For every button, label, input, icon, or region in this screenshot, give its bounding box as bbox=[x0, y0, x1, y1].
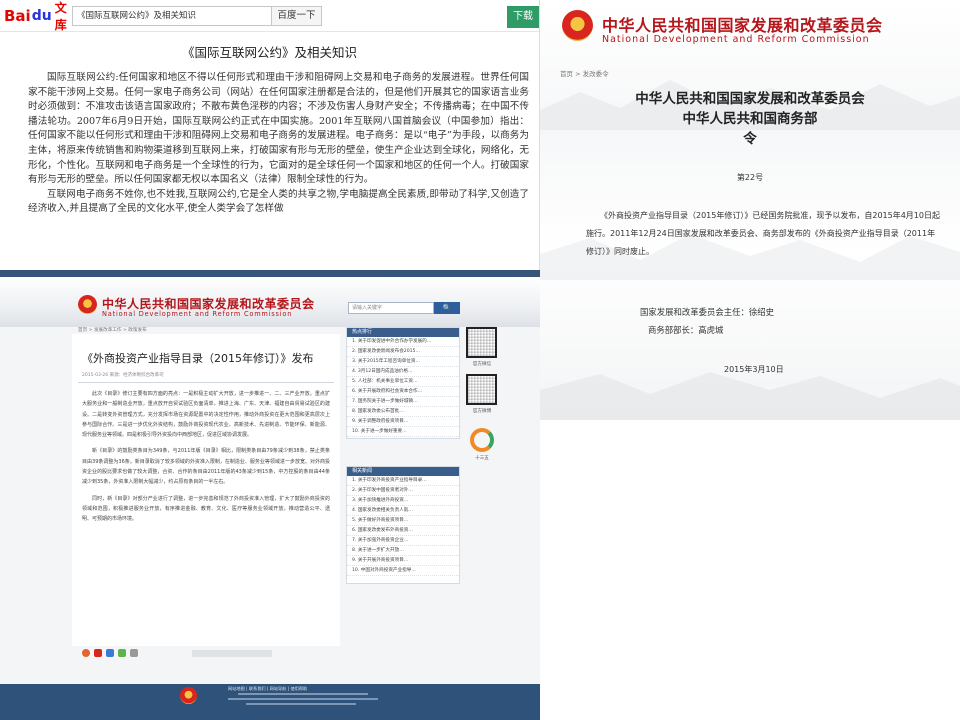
footer-links[interactable]: 网站地图 | 联系我们 | 网站导航 | 使用帮助 bbox=[228, 686, 307, 692]
share-icon[interactable] bbox=[106, 649, 114, 657]
paw-icon: du bbox=[31, 7, 52, 24]
collage: Bai du 文库 《国际互联网公约》及相关知识 百度一下 下载 《国际互联网公… bbox=[0, 0, 960, 720]
footer-line bbox=[228, 698, 378, 700]
site-name-en: National Development and Reform Commissi… bbox=[602, 34, 870, 45]
order-heading-1: 中华人民共和国国家发展和改革委员会 bbox=[635, 91, 865, 107]
thirteenth-five-year-logo-icon[interactable] bbox=[470, 428, 494, 452]
list-item[interactable]: 4. 3月12日国内成品油价格… bbox=[347, 367, 459, 377]
list-item[interactable]: 9. 关于开展外商投资项目… bbox=[347, 556, 459, 566]
share-bar bbox=[82, 648, 272, 658]
article-paragraph: 新《目录》的鼓励类条目为349条，与2011年版《目录》相比，限制类条目由79条… bbox=[82, 448, 330, 486]
site-name-cn: 中华人民共和国国家发展和改革委员会 bbox=[602, 16, 883, 35]
footer-line bbox=[246, 703, 356, 705]
article-paragraph: 此次《目录》修订主要有四方面的亮点：一是积极主动扩大开放，进一步推进一、二、三产… bbox=[82, 391, 330, 439]
sidebar-related-box: 相关新闻 1. 关于印发外商投资产业指导目录… 2. 关于印发中国投资者对外… … bbox=[346, 466, 460, 584]
baidu-toolbar: Bai du 文库 《国际互联网公约》及相关知识 百度一下 下载 bbox=[0, 0, 539, 32]
signature-2: 商务部部长：高虎城 bbox=[648, 325, 724, 335]
logo-text: Bai bbox=[4, 6, 31, 25]
qr-caption: 官方微信 bbox=[472, 362, 492, 367]
share-icon[interactable] bbox=[82, 649, 90, 657]
ndrc-order-panel: 中华人民共和国国家发展和改革委员会 National Development a… bbox=[540, 0, 960, 420]
list-item[interactable]: 2. 关于印发中国投资者对外… bbox=[347, 486, 459, 496]
order-heading-3: 令 bbox=[743, 131, 757, 147]
breadcrumb[interactable]: 首页 > 发改委令 bbox=[560, 68, 609, 78]
order-number: 第22号 bbox=[736, 173, 764, 182]
divider bbox=[78, 382, 334, 383]
search-button[interactable]: 百度一下 bbox=[272, 5, 322, 26]
site-footer: 网站地图 | 联系我们 | 网站导航 | 使用帮助 bbox=[0, 684, 540, 720]
sidebar-hot-title: 热点排行 bbox=[347, 328, 459, 337]
list-item[interactable]: 9. 关于调整政府投资项目… bbox=[347, 417, 459, 427]
document-title: 《国际互联网公约》及相关知识 bbox=[181, 45, 357, 60]
list-item[interactable]: 10. 中国对外商投资产业指导… bbox=[347, 566, 459, 576]
list-item[interactable]: 10. 关于进一步做好重要… bbox=[347, 427, 459, 437]
article: 《外商投资产业指导目录（2015年修订）》发布 2015-03-26 来源：经济… bbox=[72, 334, 340, 646]
qr-caption: 十三五 bbox=[475, 456, 489, 461]
list-item[interactable]: 1. 关于印发外商投资产业指导目录… bbox=[347, 476, 459, 486]
article-meta: 2015-03-26 来源：经济体制综合改革司 bbox=[82, 373, 164, 378]
order-heading-2: 中华人民共和国商务部 bbox=[682, 111, 818, 127]
qr-caption: 官方微博 bbox=[472, 409, 492, 414]
list-item[interactable]: 8. 国家发改委公布首批… bbox=[347, 407, 459, 417]
list-item[interactable]: 3. 关于加快推进外商投资… bbox=[347, 496, 459, 506]
order-body: 《外商投资产业指导目录（2015年修订）》已经国务院批准，现予以发布，自2015… bbox=[586, 211, 940, 256]
site-header: 中华人民共和国国家发展和改革委员会 National Development a… bbox=[0, 277, 540, 327]
document-body: 国际互联网公约:任何国家和地区不得以任何形式和理由干涉和阻碍网上交易和电子商务的… bbox=[0, 71, 539, 217]
download-button[interactable]: 下载 bbox=[507, 6, 539, 28]
share-icon[interactable] bbox=[94, 649, 102, 657]
footer-emblem-icon bbox=[180, 687, 197, 704]
footer-line bbox=[238, 693, 368, 695]
list-item[interactable]: 5. 人社部：机关事业单位工资… bbox=[347, 377, 459, 387]
list-item[interactable]: 7. 关于加强外商投资企业… bbox=[347, 536, 459, 546]
site-name-en: National Development and Reform Commissi… bbox=[102, 310, 293, 318]
sidebar-hot-box: 热点排行 1. 关于印发促进中外合作办学发展的… 2. 国家发改委新闻发布会20… bbox=[346, 327, 460, 439]
document-paragraph: 互联网电子商务不姓你,也不姓我,互联网公约,它是全人类的共享之物,学电脑提高全民… bbox=[28, 188, 529, 215]
weibo-qr-icon[interactable] bbox=[466, 374, 497, 405]
share-icon[interactable] bbox=[118, 649, 126, 657]
national-emblem-icon bbox=[562, 10, 593, 41]
article-paragraph: 同时，新《目录》对部分产业进行了调整，进一步完善和规范了外商投资准入管理，扩大了… bbox=[82, 495, 330, 523]
article-title: 《外商投资产业指导目录（2015年修订）》发布 bbox=[82, 352, 314, 365]
list-item[interactable]: 6. 国家发改委发布外商投资… bbox=[347, 526, 459, 536]
list-item[interactable]: 3. 关于2015年工程咨询单位资… bbox=[347, 357, 459, 367]
sidebar-related-title: 相关新闻 bbox=[347, 467, 459, 476]
logo-wenku: 文库 bbox=[54, 0, 67, 32]
list-item[interactable]: 4. 国家发改委相关负责人就… bbox=[347, 506, 459, 516]
font-size-controls[interactable] bbox=[192, 649, 272, 657]
baidu-wenku-logo[interactable]: Bai du 文库 bbox=[4, 0, 72, 33]
search-input[interactable]: 《国际互联网公约》及相关知识 bbox=[72, 5, 272, 26]
document-paragraph: 国际互联网公约:任何国家和地区不得以任何形式和理由干涉和阻碍网上交易和电子商务的… bbox=[28, 72, 529, 186]
top-strip bbox=[0, 270, 540, 277]
baidu-wenku-panel: Bai du 文库 《国际互联网公约》及相关知识 百度一下 下载 《国际互联网公… bbox=[0, 0, 540, 270]
national-emblem-icon bbox=[78, 295, 97, 314]
order-date: 2015年3月10日 bbox=[724, 365, 784, 374]
list-item[interactable]: 5. 关于做好外商投资项目… bbox=[347, 516, 459, 526]
list-item[interactable]: 8. 关于进一步扩大开放… bbox=[347, 546, 459, 556]
share-icon[interactable] bbox=[130, 649, 138, 657]
signature-1: 国家发展和改革委员会主任：徐绍史 bbox=[640, 307, 774, 317]
list-item[interactable]: 6. 关于开展政府和社会资本合作… bbox=[347, 387, 459, 397]
list-item[interactable]: 1. 关于印发促进中外合作办学发展的… bbox=[347, 337, 459, 347]
list-item[interactable]: 2. 国家发改委新闻发布会2015… bbox=[347, 347, 459, 357]
list-item[interactable]: 7. 国务院关于进一步做好城镇… bbox=[347, 397, 459, 407]
site-search-input[interactable]: 请输入关键字 bbox=[348, 302, 434, 314]
breadcrumb[interactable]: 首页 > 发展改革工作 > 政策发布 bbox=[78, 327, 147, 333]
wechat-qr-icon[interactable] bbox=[466, 327, 497, 358]
site-search-button[interactable]: 🔍 bbox=[434, 302, 460, 314]
